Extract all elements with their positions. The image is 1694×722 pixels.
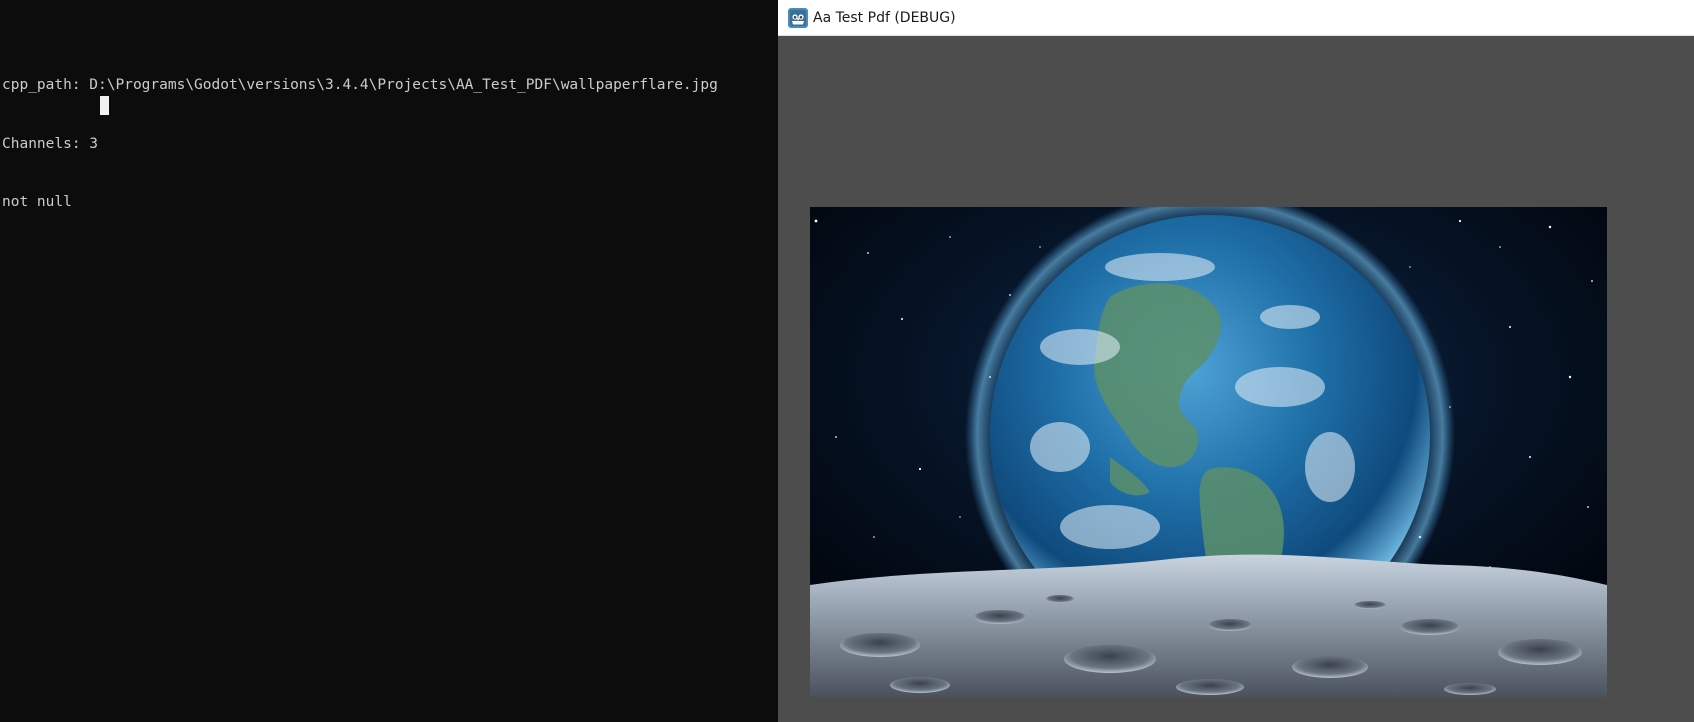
console-line-path: cpp_path: D:\Programs\Godot\versions\3.4… (2, 77, 718, 93)
game-viewport[interactable] (778, 36, 1694, 722)
console-window[interactable]: cpp_path: D:\Programs\Godot\versions\3.4… (0, 0, 778, 722)
window-title: Aa Test Pdf (DEBUG) (813, 10, 956, 26)
title-bar[interactable]: Aa Test Pdf (DEBUG) (778, 0, 1694, 36)
godot-game-window[interactable]: Aa Test Pdf (DEBUG) (778, 0, 1694, 722)
earth-image (810, 207, 1607, 697)
console-output: cpp_path: D:\Programs\Godot\versions\3.4… (2, 37, 718, 252)
console-line-channels: Channels: 3 (2, 135, 99, 152)
text-cursor (100, 96, 109, 115)
console-line-status: not null (2, 194, 72, 210)
earth-from-moon-picture (810, 207, 1607, 697)
godot-icon (788, 8, 808, 28)
